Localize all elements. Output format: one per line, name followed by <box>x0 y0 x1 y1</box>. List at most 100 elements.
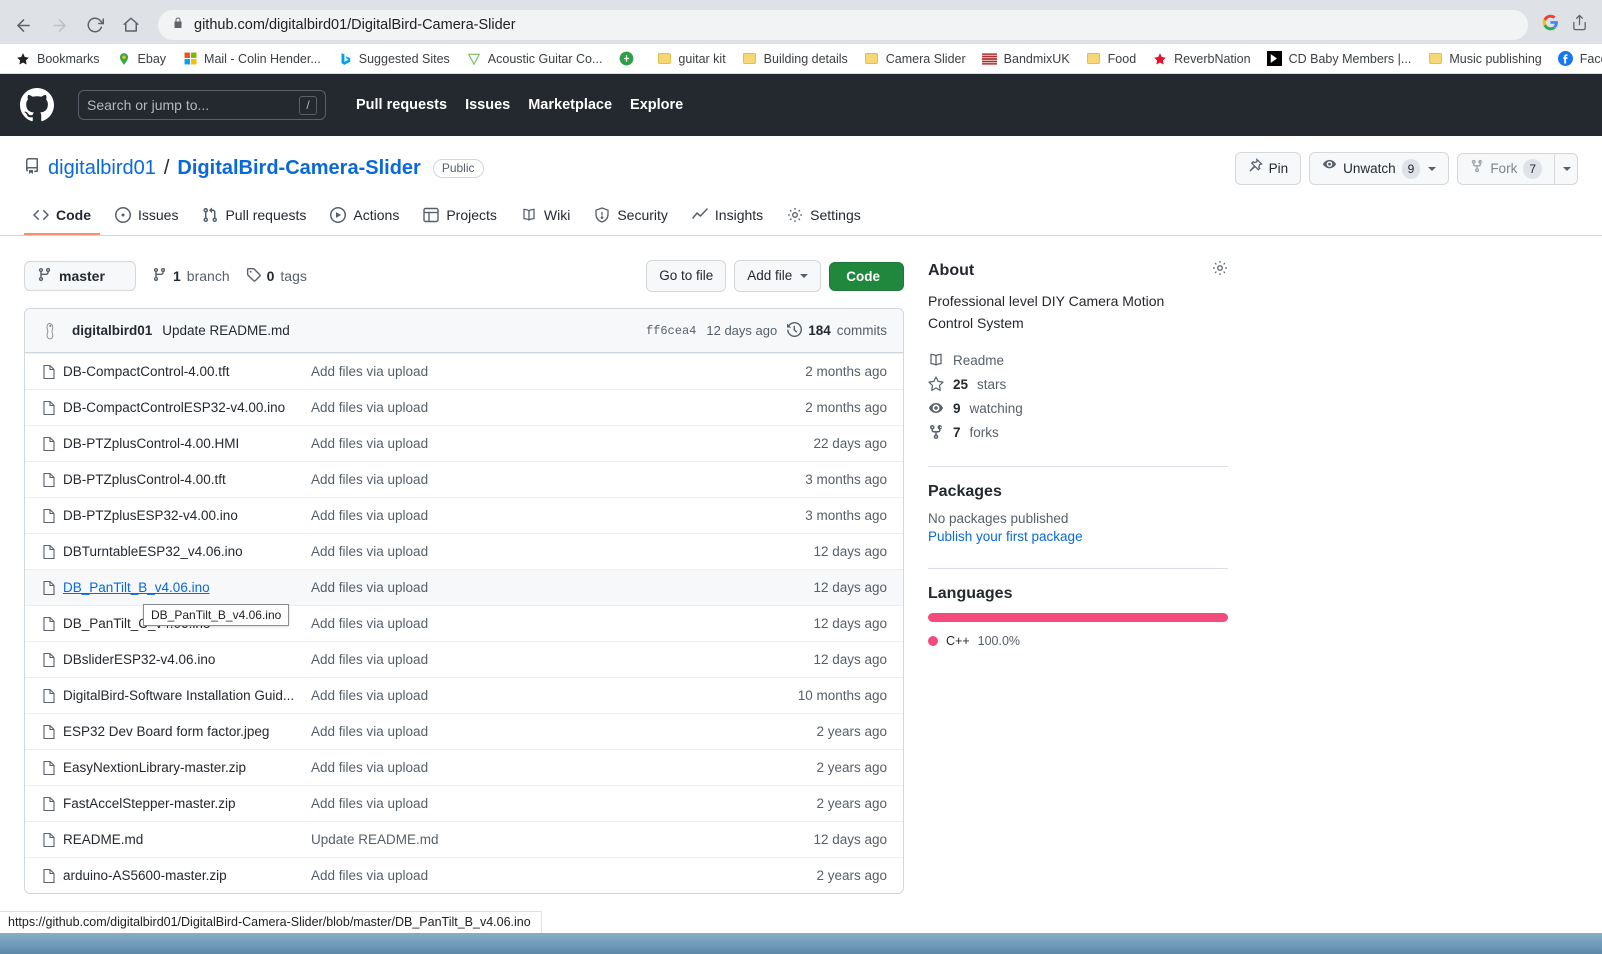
file-commit-message[interactable]: Add files via upload <box>311 724 816 739</box>
bookmark-item[interactable]: Food <box>1079 48 1144 70</box>
file-name[interactable]: DB-PTZplusControl-4.00.HMI <box>63 436 311 451</box>
table-row[interactable]: DBsliderESP32-v4.06.ino Add files via up… <box>25 641 903 677</box>
branch-count-link[interactable]: 1 branch <box>152 267 230 285</box>
commits-count-link[interactable]: 184 commits <box>787 322 887 340</box>
bookmark-item[interactable] <box>611 48 647 70</box>
file-name[interactable]: ESP32 Dev Board form factor.jpeg <box>63 724 311 739</box>
bookmark-item[interactable]: BandmixUK <box>975 48 1077 70</box>
tab-code[interactable]: Code <box>24 201 100 235</box>
readme-link[interactable]: Readme <box>928 348 1228 372</box>
file-commit-message[interactable]: Add files via upload <box>311 616 813 631</box>
stars-link[interactable]: 25 stars <box>928 372 1228 396</box>
fork-button[interactable]: Fork 7 <box>1457 153 1555 185</box>
table-row[interactable]: DB-CompactControlESP32-v4.00.ino Add fil… <box>25 389 903 425</box>
repo-owner-link[interactable]: digitalbird01 <box>48 157 156 180</box>
bookmark-item[interactable]: Building details <box>735 48 855 70</box>
tab-pull-requests[interactable]: Pull requests <box>193 201 315 235</box>
table-row[interactable]: FastAccelStepper-master.zip Add files vi… <box>25 785 903 821</box>
forks-link[interactable]: 7 forks <box>928 420 1228 444</box>
github-mark-icon[interactable] <box>20 88 54 122</box>
bookmark-item[interactable]: Mail - Colin Hender... <box>175 48 328 70</box>
file-name[interactable]: DB-CompactControl-4.00.tft <box>63 364 311 379</box>
watching-link[interactable]: 9 watching <box>928 396 1228 420</box>
publish-package-link[interactable]: Publish your first package <box>928 529 1083 544</box>
file-commit-message[interactable]: Add files via upload <box>311 760 816 775</box>
table-row[interactable]: DB-PTZplusESP32-v4.00.ino Add files via … <box>25 497 903 533</box>
tab-projects[interactable]: Projects <box>414 201 506 235</box>
fork-dropdown-button[interactable] <box>1555 153 1578 185</box>
file-commit-message[interactable]: Add files via upload <box>311 508 805 523</box>
home-icon[interactable] <box>116 10 146 40</box>
file-name[interactable]: DB-PTZplusESP32-v4.00.ino <box>63 508 311 523</box>
code-button[interactable]: Code <box>829 262 904 291</box>
file-name[interactable]: README.md <box>63 832 311 847</box>
branch-selector[interactable]: master <box>24 261 136 291</box>
google-account-icon[interactable] <box>1542 14 1559 36</box>
file-commit-message[interactable]: Add files via upload <box>311 868 816 883</box>
bookmark-item[interactable]: Bookmarks <box>8 48 107 70</box>
bookmark-item[interactable]: Suggested Sites <box>330 48 457 70</box>
file-commit-message[interactable]: Add files via upload <box>311 544 813 559</box>
gear-icon[interactable] <box>1212 260 1228 281</box>
file-name[interactable]: DB-CompactControlESP32-v4.00.ino <box>63 400 311 415</box>
file-commit-message[interactable]: Add files via upload <box>311 472 805 487</box>
nav-pull-requests[interactable]: Pull requests <box>356 97 447 113</box>
file-name[interactable]: DB_PanTilt_B_v4.06.ino <box>63 580 311 595</box>
tab-actions[interactable]: Actions <box>321 201 408 235</box>
tab-security[interactable]: Security <box>585 201 677 235</box>
file-commit-message[interactable]: Add files via upload <box>311 796 816 811</box>
nav-issues[interactable]: Issues <box>465 97 510 113</box>
back-arrow-icon[interactable] <box>8 10 38 40</box>
file-name[interactable]: DB-PTZplusControl-4.00.tft <box>63 472 311 487</box>
file-commit-message[interactable]: Add files via upload <box>311 652 813 667</box>
table-row[interactable]: DBTurntableESP32_v4.06.ino Add files via… <box>25 533 903 569</box>
file-name[interactable]: FastAccelStepper-master.zip <box>63 796 311 811</box>
file-commit-message[interactable]: Add files via upload <box>311 688 798 703</box>
file-name[interactable]: DBTurntableESP32_v4.06.ino <box>63 544 311 559</box>
table-row[interactable]: DB-PTZplusControl-4.00.tft Add files via… <box>25 461 903 497</box>
repo-name-link[interactable]: DigitalBird-Camera-Slider <box>177 157 420 180</box>
bookmark-item[interactable]: guitar kit <box>649 48 732 70</box>
bookmark-item[interactable]: Acoustic Guitar Co... <box>459 48 610 70</box>
table-row[interactable]: ESP32 Dev Board form factor.jpeg Add fil… <box>25 713 903 749</box>
table-row[interactable]: DigitalBird-Software Installation Guid..… <box>25 677 903 713</box>
tab-wiki[interactable]: Wiki <box>512 201 579 235</box>
add-file-button[interactable]: Add file <box>734 260 821 292</box>
address-bar[interactable]: github.com/digitalbird01/DigitalBird-Cam… <box>158 10 1528 40</box>
table-row[interactable]: README.md Update README.md 12 days ago <box>25 821 903 857</box>
file-commit-message[interactable]: Add files via upload <box>311 580 813 595</box>
search-input[interactable]: Search or jump to... / <box>78 90 326 120</box>
table-row-hovered[interactable]: DB_PanTilt_B_v4.06.ino Add files via upl… <box>25 569 903 605</box>
bookmark-item[interactable]: Music publishing <box>1420 48 1548 70</box>
bookmark-item[interactable]: CD Baby Members |... <box>1260 48 1419 70</box>
forward-arrow-icon[interactable] <box>44 10 74 40</box>
file-commit-message[interactable]: Add files via upload <box>311 364 805 379</box>
bookmark-item[interactable]: ReverbNation <box>1145 48 1257 70</box>
bookmark-item[interactable]: Camera Slider <box>857 48 973 70</box>
reload-icon[interactable] <box>80 10 110 40</box>
table-row[interactable]: DB-CompactControl-4.00.tft Add files via… <box>25 353 903 389</box>
tab-settings[interactable]: Settings <box>778 201 870 235</box>
nav-explore[interactable]: Explore <box>630 97 683 113</box>
language-segment-cpp[interactable] <box>928 613 1228 622</box>
unwatch-button[interactable]: Unwatch 9 <box>1309 152 1449 185</box>
file-name[interactable]: DBsliderESP32-v4.06.ino <box>63 652 311 667</box>
table-row[interactable]: DB-PTZplusControl-4.00.HMI Add files via… <box>25 425 903 461</box>
table-row[interactable]: arduino-AS5600-master.zip Add files via … <box>25 857 903 893</box>
commit-author[interactable]: digitalbird01 <box>72 323 152 338</box>
nav-marketplace[interactable]: Marketplace <box>528 97 612 113</box>
commit-message[interactable]: Update README.md <box>162 323 290 338</box>
tab-issues[interactable]: Issues <box>106 201 187 235</box>
pin-button[interactable]: Pin <box>1235 152 1302 185</box>
file-commit-message[interactable]: Update README.md <box>311 832 813 847</box>
go-to-file-button[interactable]: Go to file <box>646 260 726 292</box>
file-name[interactable]: arduino-AS5600-master.zip <box>63 868 311 883</box>
bookmark-item[interactable]: Facebook <box>1551 48 1602 70</box>
share-icon[interactable] <box>1571 14 1588 36</box>
file-name[interactable]: DigitalBird-Software Installation Guid..… <box>63 688 311 703</box>
tag-count-link[interactable]: 0 tags <box>246 267 307 285</box>
commit-sha[interactable]: ff6cea4 <box>646 324 696 338</box>
tab-insights[interactable]: Insights <box>683 201 772 235</box>
file-commit-message[interactable]: Add files via upload <box>311 400 805 415</box>
language-legend-item[interactable]: C++ 100.0% <box>928 634 1228 648</box>
